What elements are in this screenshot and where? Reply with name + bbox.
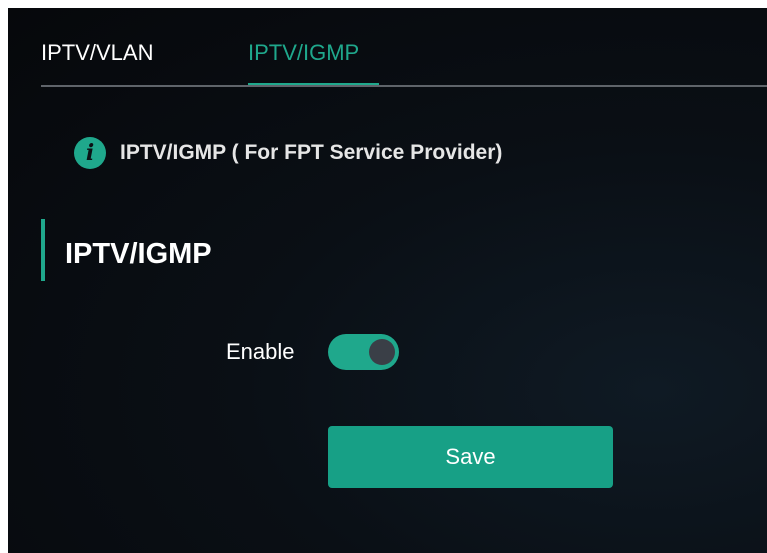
tab-bar-divider xyxy=(41,85,767,87)
section-accent-bar xyxy=(41,219,45,281)
tab-iptv-vlan[interactable]: IPTV/VLAN xyxy=(41,39,153,67)
info-icon: i xyxy=(74,137,106,169)
iptv-settings-panel: IPTV/VLAN IPTV/IGMP i IPTV/IGMP ( For FP… xyxy=(8,8,767,553)
tab-iptv-igmp[interactable]: IPTV/IGMP xyxy=(248,39,359,67)
enable-toggle[interactable] xyxy=(328,334,399,370)
provider-notice: i IPTV/IGMP ( For FPT Service Provider) xyxy=(74,137,502,169)
toggle-knob xyxy=(369,339,395,365)
enable-label: Enable xyxy=(226,339,295,364)
save-button[interactable]: Save xyxy=(328,426,613,488)
provider-notice-text: IPTV/IGMP ( For FPT Service Provider) xyxy=(120,141,503,164)
tab-bar: IPTV/VLAN IPTV/IGMP xyxy=(8,8,767,88)
section-title: IPTV/IGMP xyxy=(65,238,212,270)
